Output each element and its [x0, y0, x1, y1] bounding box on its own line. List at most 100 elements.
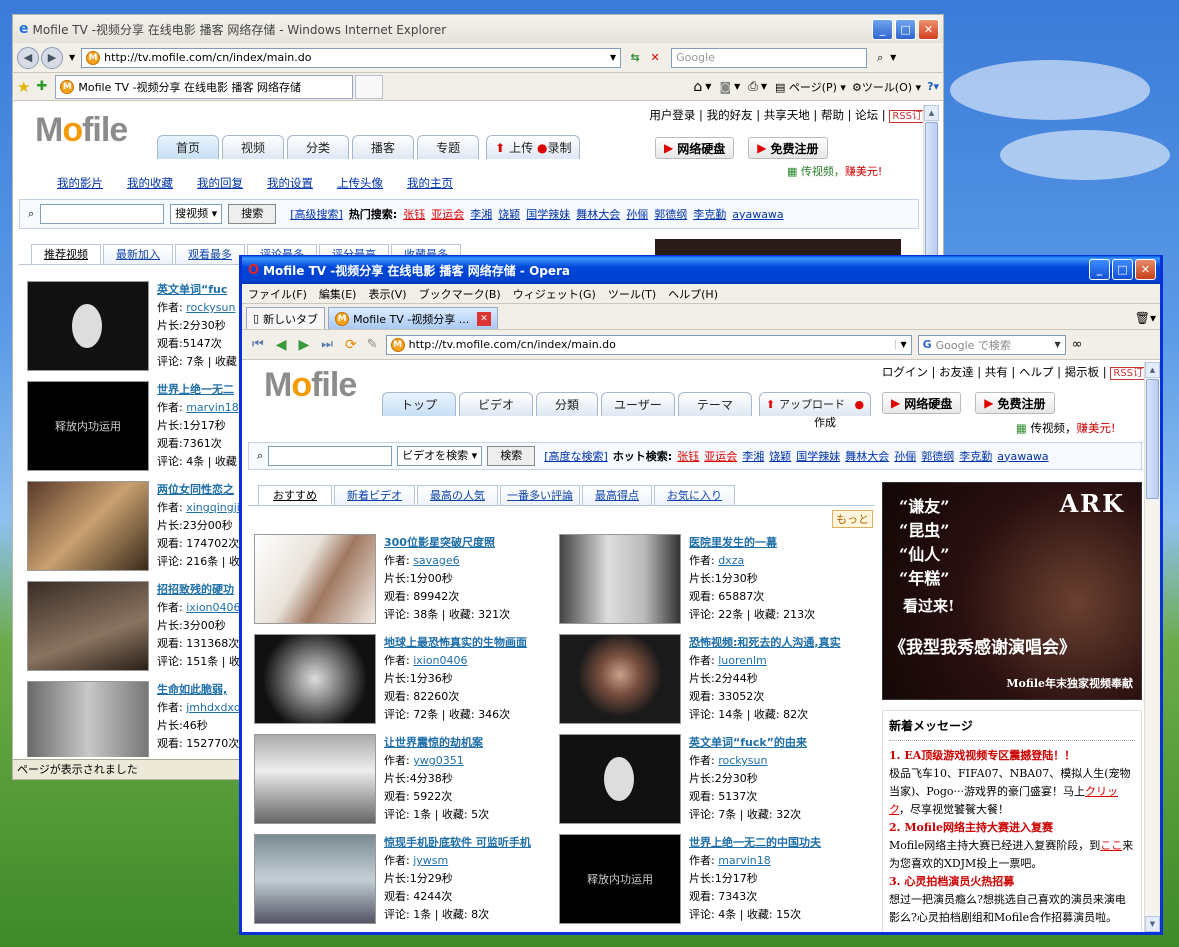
nav-tab-video[interactable]: 视频 [222, 135, 285, 159]
video-author[interactable]: xingqingji [186, 501, 240, 514]
news-headline[interactable]: 1. EA顶级游戏视频专区震撼登陆！！ [889, 747, 1135, 765]
menu-edit[interactable]: 編集(E) [319, 286, 357, 302]
address-dropdown-icon[interactable]: ▼ [895, 340, 910, 349]
video-author[interactable]: luorenlm [718, 654, 767, 667]
site-search-button[interactable]: 検索 [487, 446, 536, 466]
register-button[interactable]: ▶ 免费注册 [748, 137, 828, 159]
advanced-search-link[interactable]: [高度な検索] [544, 448, 608, 464]
video-thumbnail[interactable] [559, 734, 681, 824]
video-thumbnail[interactable]: 释放内功运用 [559, 834, 681, 924]
nav-tab-home[interactable]: 首页 [157, 135, 220, 159]
video-title[interactable]: 恐怖视频:和死去的人沟通,真实 [689, 634, 841, 652]
mofile-logo[interactable]: Mofile [264, 366, 357, 405]
video-thumbnail[interactable] [559, 634, 681, 724]
ie-new-tab[interactable] [355, 74, 384, 99]
scroll-thumb[interactable] [1146, 379, 1159, 499]
video-title[interactable]: 300位影星突破尺度照 [384, 534, 510, 552]
hot-keyword[interactable]: 亚运会 [431, 206, 464, 222]
video-title[interactable]: 生命如此脆弱, [157, 681, 241, 699]
login-link[interactable]: 用户登录 [649, 108, 695, 122]
hot-keyword[interactable]: 张钰 [403, 206, 425, 222]
hot-keyword[interactable]: 舞林大会 [576, 206, 620, 222]
reload-icon[interactable]: ⟳ [345, 337, 357, 353]
video-author[interactable]: ywg0351 [413, 754, 463, 767]
video-thumbnail[interactable]: 释放内功运用 [27, 381, 149, 471]
more-button[interactable]: もっと [832, 510, 873, 528]
menu-bookmarks[interactable]: ブックマーク(B) [419, 286, 501, 302]
tab-newest[interactable]: 最新加入 [103, 244, 173, 264]
tab-favorites[interactable]: お気に入り [654, 485, 735, 505]
nav-tab-category[interactable]: 分类 [287, 135, 350, 159]
video-author[interactable]: ixion0406 [413, 654, 467, 667]
maximize-button[interactable]: □ [1112, 259, 1133, 280]
rss-dropdown-icon[interactable]: ▼ [734, 82, 740, 91]
print-dropdown-icon[interactable]: ▼ [761, 82, 767, 91]
my-settings-link[interactable]: 我的设置 [267, 175, 313, 191]
scroll-down-icon[interactable]: ▼ [1145, 916, 1160, 932]
menu-tools[interactable]: ツール(T) [608, 286, 656, 302]
hot-keyword[interactable]: 郭德纲 [921, 448, 954, 464]
menu-file[interactable]: ファイル(F) [248, 286, 307, 302]
home-dropdown-icon[interactable]: ▼ [705, 82, 711, 91]
scroll-up-icon[interactable]: ▲ [924, 105, 939, 121]
close-button[interactable]: ✕ [918, 19, 939, 40]
nav-tab-topic[interactable]: 专题 [417, 135, 480, 159]
tab-most-commented[interactable]: 一番多い評論 [500, 485, 580, 505]
tab-newest[interactable]: 新着ビデオ [334, 485, 415, 505]
video-author[interactable]: jmhdxdxd [186, 701, 241, 714]
my-replies-link[interactable]: 我的回复 [197, 175, 243, 191]
video-title[interactable]: 地球上最恐怖真实的生物画面 [384, 634, 527, 652]
menu-view[interactable]: 表示(V) [368, 286, 406, 302]
mofile-logo[interactable]: Mofile [35, 111, 128, 150]
edit-icon[interactable]: ✎ [367, 337, 378, 352]
advanced-search-link[interactable]: [高级搜索] [290, 206, 343, 222]
news-link[interactable]: ここ [1100, 839, 1122, 852]
video-title[interactable]: 让世界震惊的劫机案 [384, 734, 489, 752]
favorites-star-icon[interactable]: ★ [17, 78, 30, 96]
concert-banner-ad[interactable]: ARK “谦友” “昆虫” “仙人” “年糕” 看过来! 《我型我秀感谢演唱会》… [882, 482, 1142, 700]
hot-keyword[interactable]: 张钰 [677, 448, 699, 464]
share-link[interactable]: 共享天地 [764, 108, 810, 122]
maximize-button[interactable]: □ [895, 19, 916, 40]
video-title[interactable]: 两位女同性恋之 [157, 481, 240, 499]
record-label[interactable]: 作成 [814, 414, 836, 430]
promo-text[interactable]: ▦ 传视频，赚美元! [1016, 420, 1116, 436]
hot-keyword[interactable]: 李克勤 [693, 206, 726, 222]
upload-button[interactable]: ⬆ 上传 ●录制 [486, 135, 581, 159]
opera-tab-mofile[interactable]: M Mofile TV -视频分享 ... ✕ [328, 307, 499, 329]
ie-titlebar[interactable]: e Mofile TV -视频分享 在线电影 播客 网络存储 - Windows… [13, 15, 943, 43]
share-link[interactable]: 共有 [985, 365, 1008, 379]
search-dropdown-icon[interactable]: ▼ [890, 53, 896, 62]
forward-icon[interactable]: ▶ [41, 46, 63, 69]
site-search-input[interactable] [268, 446, 393, 466]
upload-button[interactable]: ⬆ アップロード ● [758, 392, 872, 416]
video-title[interactable]: 英文单词“fuck”的由来 [689, 734, 807, 752]
video-title[interactable]: 世界上绝一无二 [157, 381, 239, 399]
scroll-up-icon[interactable]: ▲ [1145, 362, 1160, 378]
disk-button[interactable]: ▶ 网络硬盘 [655, 137, 735, 159]
video-thumbnail[interactable] [254, 834, 376, 924]
trash-icon[interactable]: 🗑▾ [1135, 311, 1156, 325]
minimize-button[interactable]: _ [872, 19, 893, 40]
video-title[interactable]: 英文单词“fuc [157, 281, 237, 299]
help-icon[interactable]: ?▾ [927, 80, 939, 93]
hot-keyword[interactable]: 国学辣妹 [526, 206, 570, 222]
close-tab-icon[interactable]: ✕ [477, 311, 492, 326]
opera-titlebar[interactable]: O Mofile TV -视频分享 在线电影 播客 网络存储 - Opera _… [242, 256, 1160, 284]
fastforward-icon[interactable]: ⏭ [321, 337, 333, 352]
forum-link[interactable]: 论坛 [855, 108, 878, 122]
hot-keyword[interactable]: 李克勤 [959, 448, 992, 464]
hot-keyword[interactable]: ayawawa [997, 450, 1048, 463]
video-author[interactable]: marvin18 [718, 854, 771, 867]
new-tab-button[interactable]: ▯ 新しいタブ [246, 307, 326, 329]
tab-recommended[interactable]: おすすめ [258, 485, 332, 505]
search-type-select[interactable]: ビデオを検索 ▾ [397, 446, 483, 466]
video-author[interactable]: rockysun [718, 754, 767, 767]
nav-tab-podcast[interactable]: 播客 [352, 135, 415, 159]
hot-keyword[interactable]: ayawawa [732, 208, 783, 221]
rss-feed-icon[interactable]: ◙ [719, 80, 731, 94]
opera-address-field[interactable]: M http://tv.mofile.com/cn/index/main.do … [385, 334, 912, 355]
tab-popular[interactable]: 最高の人気 [417, 485, 498, 505]
page-menu[interactable]: ▤ ページ(P) ▾ [775, 79, 846, 95]
tab-recommended[interactable]: 推荐视频 [31, 244, 101, 264]
